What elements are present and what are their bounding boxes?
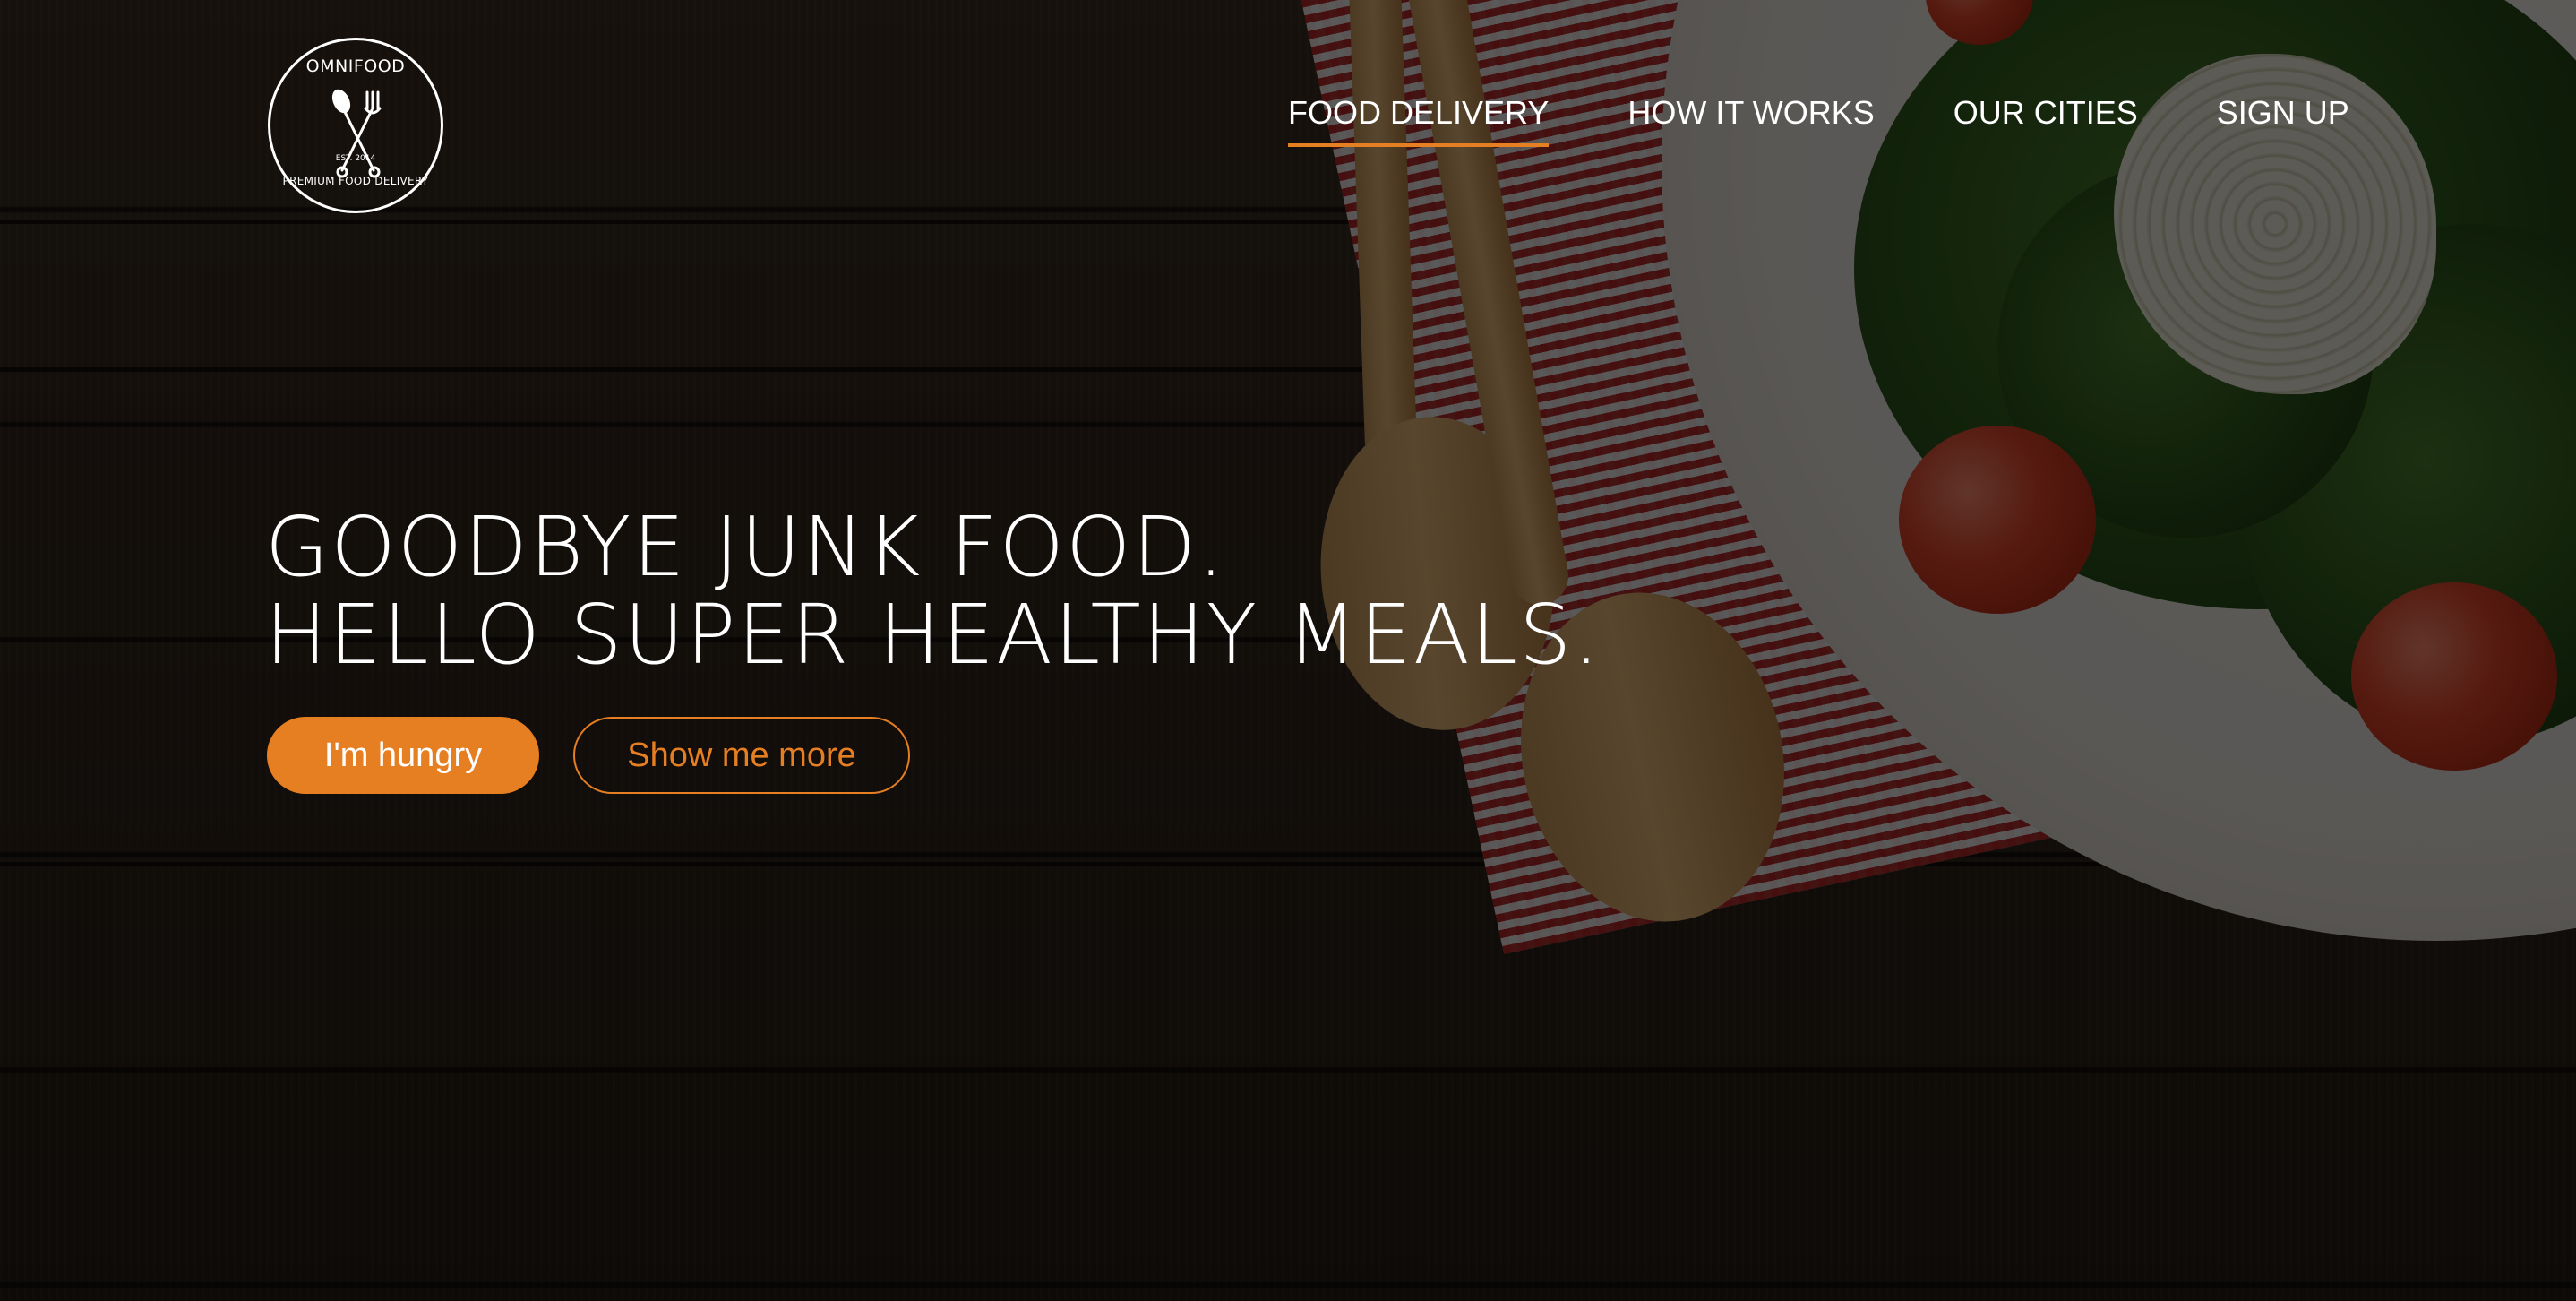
im-hungry-button[interactable]: I'm hungry: [267, 717, 539, 794]
nav-item-sign-up: SIGN UP: [2217, 97, 2349, 129]
nav-link-our-cities[interactable]: OUR CITIES: [1953, 94, 2138, 147]
main-nav: FOOD DELIVERY HOW IT WORKS OUR CITIES SI…: [1288, 94, 2349, 147]
brand-est: EST. 2014: [335, 154, 376, 163]
nav-link-food-delivery[interactable]: FOOD DELIVERY: [1288, 94, 1550, 147]
hero-headline-line-2: HELLO SUPER HEALTHY MEALS.: [265, 587, 1601, 683]
nav-item-our-cities: OUR CITIES: [1953, 97, 2138, 129]
nav-link-how-it-works[interactable]: HOW IT WORKS: [1627, 94, 1874, 147]
nav-item-food-delivery: FOOD DELIVERY: [1288, 94, 1550, 147]
nav-link-sign-up[interactable]: SIGN UP: [2217, 94, 2349, 147]
brand-tagline: PREMIUM FOOD DELIVERY: [282, 175, 429, 187]
hero-headline: GOODBYE JUNK FOOD. HELLO SUPER HEALTHY M…: [265, 504, 1601, 679]
nav-item-how-it-works: HOW IT WORKS: [1627, 97, 1874, 129]
hero-headline-line-1: GOODBYE JUNK FOOD.: [265, 499, 1226, 595]
show-me-more-button[interactable]: Show me more: [573, 717, 910, 794]
brand-logo[interactable]: OMNIFOOD EST. 2014 PREMIUM FOOD DELIVERY: [268, 38, 443, 213]
